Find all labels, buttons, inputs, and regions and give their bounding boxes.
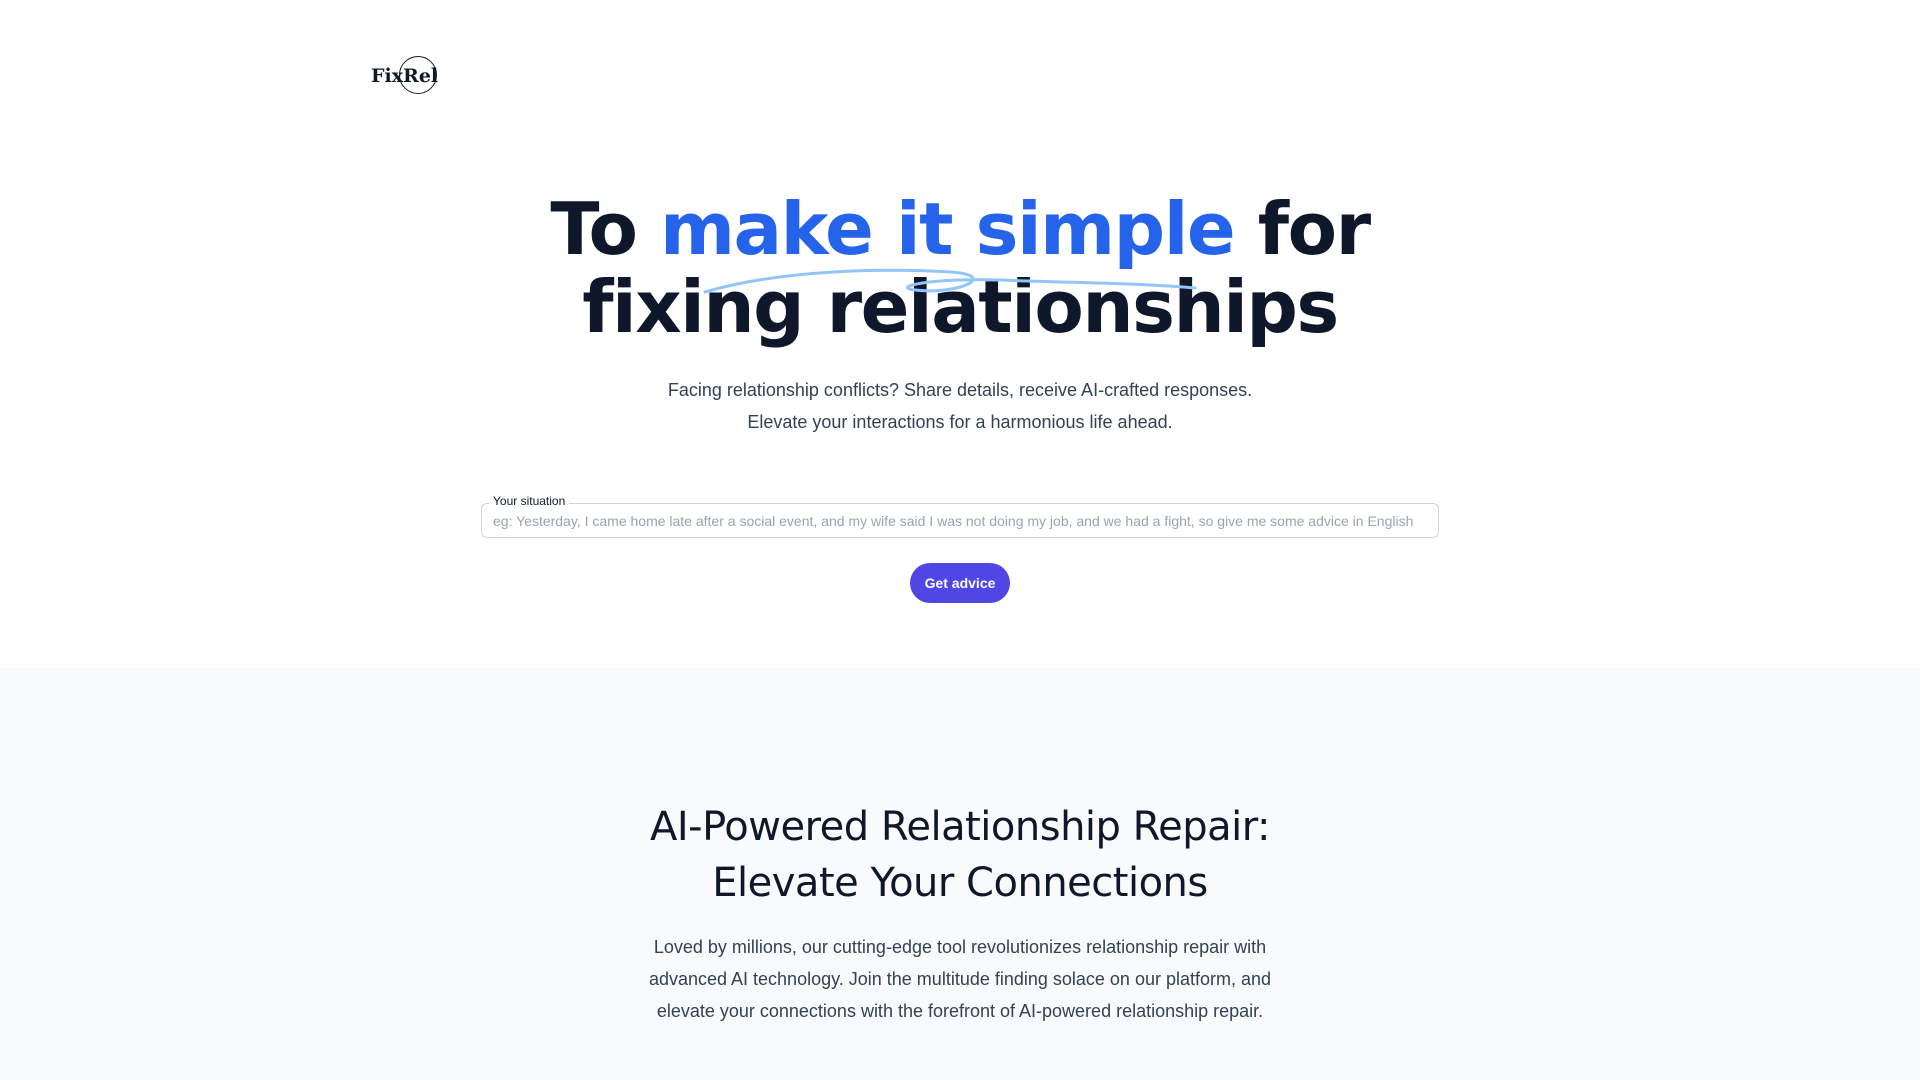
situation-field: Your situation (481, 494, 1439, 538)
hero-title-line2: fixing relationships (582, 265, 1339, 349)
hero-title-accent: make it simple (659, 187, 1236, 271)
hero-section: To make it simple for fixing relationshi… (0, 190, 1920, 438)
features-title: AI-Powered Relationship Repair: Elevate … (0, 799, 1920, 911)
hero-subtitle-line1: Facing relationship conflicts? Share det… (667, 380, 1253, 400)
logo[interactable]: FixRel (371, 56, 441, 96)
logo-text: FixRel (371, 65, 439, 87)
features-section: AI-Powered Relationship Repair: Elevate … (0, 667, 1920, 1080)
hero-title: To make it simple for fixing relationshi… (0, 190, 1920, 346)
features-body: Loved by millions, our cutting-edge tool… (648, 937, 1272, 1021)
hero-title-suffix: for (1234, 187, 1371, 271)
situation-label: Your situation (489, 494, 570, 508)
hero-subtitle: Facing relationship conflicts? Share det… (0, 374, 1920, 438)
hero-title-prefix: To (550, 187, 660, 271)
situation-input[interactable] (481, 503, 1439, 538)
get-advice-button[interactable]: Get advice (910, 563, 1010, 603)
hero-subtitle-line2: Elevate your interactions for a harmonio… (747, 412, 1173, 432)
features-title-line1: AI-Powered Relationship Repair: (650, 804, 1270, 850)
features-title-line2: Elevate Your Connections (712, 860, 1208, 906)
